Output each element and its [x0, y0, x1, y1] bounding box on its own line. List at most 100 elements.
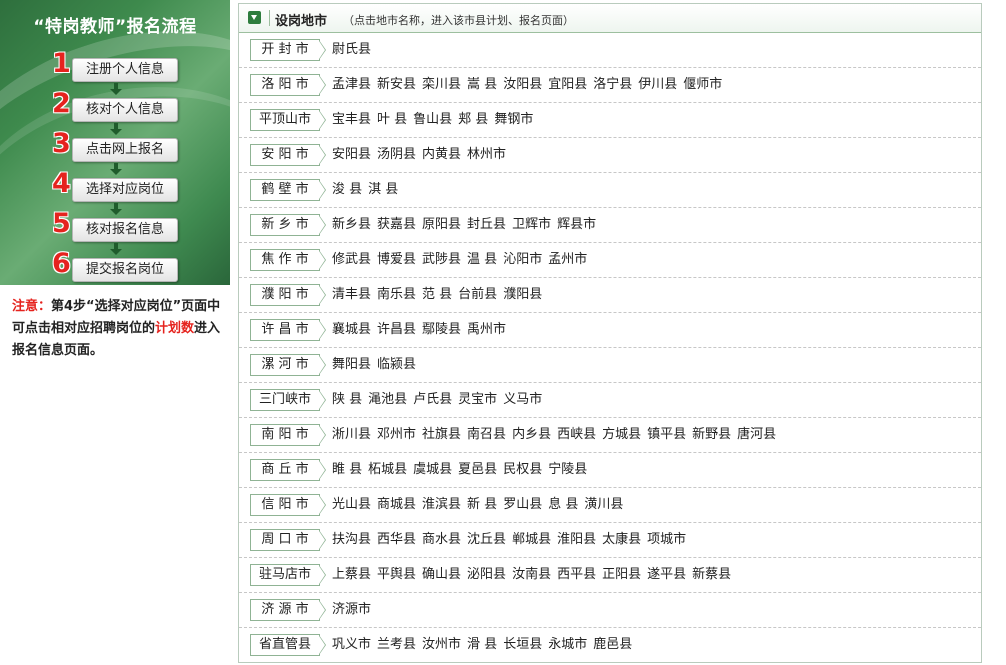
county-link[interactable]: 封丘县 [467, 208, 506, 242]
county-link[interactable]: 内乡县 [512, 418, 551, 452]
county-link[interactable]: 孟州市 [548, 243, 587, 277]
county-link[interactable]: 虞城县 [413, 453, 452, 487]
county-link[interactable]: 洛宁县 [593, 68, 632, 102]
county-link[interactable]: 偃师市 [683, 68, 722, 102]
county-link[interactable]: 济源市 [332, 593, 371, 627]
county-link[interactable]: 方城县 [602, 418, 641, 452]
city-name[interactable]: 驻马店市 [250, 564, 320, 586]
county-link[interactable]: 修武县 [332, 243, 371, 277]
county-link[interactable]: 淮滨县 [422, 488, 461, 522]
county-link[interactable]: 台前县 [458, 278, 497, 312]
county-link[interactable]: 宜阳县 [548, 68, 587, 102]
county-link[interactable]: 汤阴县 [377, 138, 416, 172]
city-name[interactable]: 周 口 市 [250, 529, 320, 551]
county-link[interactable]: 新安县 [377, 68, 416, 102]
county-link[interactable]: 罗山县 [503, 488, 542, 522]
county-link[interactable]: 太康县 [602, 523, 641, 557]
county-link[interactable]: 遂平县 [647, 558, 686, 592]
county-link[interactable]: 沈丘县 [467, 523, 506, 557]
city-name[interactable]: 鹤 壁 市 [250, 179, 320, 201]
county-link[interactable]: 卫辉市 [512, 208, 551, 242]
city-name[interactable]: 濮 阳 市 [250, 284, 320, 306]
county-link[interactable]: 民权县 [503, 453, 542, 487]
county-link[interactable]: 郸城县 [512, 523, 551, 557]
county-link[interactable]: 浚 县 [332, 173, 362, 207]
county-link[interactable]: 舞阳县 [332, 348, 371, 382]
city-name[interactable]: 商 丘 市 [250, 459, 320, 481]
county-link[interactable]: 确山县 [422, 558, 461, 592]
county-link[interactable]: 新乡县 [332, 208, 371, 242]
county-link[interactable]: 鹿邑县 [593, 628, 632, 662]
county-link[interactable]: 鲁山县 [413, 103, 452, 137]
city-name[interactable]: 许 昌 市 [250, 319, 320, 341]
county-link[interactable]: 唐河县 [737, 418, 776, 452]
county-link[interactable]: 新 县 [467, 488, 497, 522]
county-link[interactable]: 汝阳县 [503, 68, 542, 102]
chevron-down-icon[interactable] [248, 11, 261, 24]
county-link[interactable]: 灵宝市 [458, 383, 497, 417]
county-link[interactable]: 上蔡县 [332, 558, 371, 592]
county-link[interactable]: 西华县 [377, 523, 416, 557]
county-link[interactable]: 兰考县 [377, 628, 416, 662]
county-link[interactable]: 尉氏县 [332, 33, 371, 67]
county-link[interactable]: 临颍县 [377, 348, 416, 382]
county-link[interactable]: 嵩 县 [467, 68, 497, 102]
county-link[interactable]: 温 县 [467, 243, 497, 277]
city-name[interactable]: 洛 阳 市 [250, 74, 320, 96]
city-name[interactable]: 省直管县 [250, 634, 320, 656]
county-link[interactable]: 商水县 [422, 523, 461, 557]
county-link[interactable]: 获嘉县 [377, 208, 416, 242]
county-link[interactable]: 光山县 [332, 488, 371, 522]
county-link[interactable]: 武陟县 [422, 243, 461, 277]
county-link[interactable]: 博爱县 [377, 243, 416, 277]
county-link[interactable]: 平舆县 [377, 558, 416, 592]
county-link[interactable]: 叶 县 [377, 103, 407, 137]
county-link[interactable]: 鄢陵县 [422, 313, 461, 347]
county-link[interactable]: 柘城县 [368, 453, 407, 487]
county-link[interactable]: 永城市 [548, 628, 587, 662]
county-link[interactable]: 商城县 [377, 488, 416, 522]
county-link[interactable]: 汝州市 [422, 628, 461, 662]
county-link[interactable]: 栾川县 [422, 68, 461, 102]
county-link[interactable]: 西平县 [557, 558, 596, 592]
county-link[interactable]: 巩义市 [332, 628, 371, 662]
county-link[interactable]: 义马市 [503, 383, 542, 417]
county-link[interactable]: 睢 县 [332, 453, 362, 487]
city-name[interactable]: 三门峡市 [250, 389, 320, 411]
city-name[interactable]: 新 乡 市 [250, 214, 320, 236]
county-link[interactable]: 夏邑县 [458, 453, 497, 487]
county-link[interactable]: 南召县 [467, 418, 506, 452]
county-link[interactable]: 禹州市 [467, 313, 506, 347]
county-link[interactable]: 濮阳县 [503, 278, 542, 312]
county-link[interactable]: 镇平县 [647, 418, 686, 452]
city-name[interactable]: 漯 河 市 [250, 354, 320, 376]
county-link[interactable]: 伊川县 [638, 68, 677, 102]
county-link[interactable]: 孟津县 [332, 68, 371, 102]
county-link[interactable]: 泌阳县 [467, 558, 506, 592]
county-link[interactable]: 社旗县 [422, 418, 461, 452]
city-name[interactable]: 焦 作 市 [250, 249, 320, 271]
county-link[interactable]: 新蔡县 [692, 558, 731, 592]
county-link[interactable]: 邓州市 [377, 418, 416, 452]
county-link[interactable]: 陕 县 [332, 383, 362, 417]
county-link[interactable]: 内黄县 [422, 138, 461, 172]
county-link[interactable]: 新野县 [692, 418, 731, 452]
county-link[interactable]: 潢川县 [584, 488, 623, 522]
city-name[interactable]: 平顶山市 [250, 109, 320, 131]
county-link[interactable]: 西峡县 [557, 418, 596, 452]
county-link[interactable]: 郏 县 [458, 103, 488, 137]
county-link[interactable]: 正阳县 [602, 558, 641, 592]
city-name[interactable]: 安 阳 市 [250, 144, 320, 166]
county-link[interactable]: 淇 县 [368, 173, 398, 207]
county-link[interactable]: 宝丰县 [332, 103, 371, 137]
county-link[interactable]: 淅川县 [332, 418, 371, 452]
county-link[interactable]: 渑池县 [368, 383, 407, 417]
county-link[interactable]: 林州市 [467, 138, 506, 172]
county-link[interactable]: 舞钢市 [494, 103, 533, 137]
county-link[interactable]: 卢氏县 [413, 383, 452, 417]
county-link[interactable]: 息 县 [548, 488, 578, 522]
county-link[interactable]: 滑 县 [467, 628, 497, 662]
county-link[interactable]: 项城市 [647, 523, 686, 557]
county-link[interactable]: 扶沟县 [332, 523, 371, 557]
county-link[interactable]: 原阳县 [422, 208, 461, 242]
